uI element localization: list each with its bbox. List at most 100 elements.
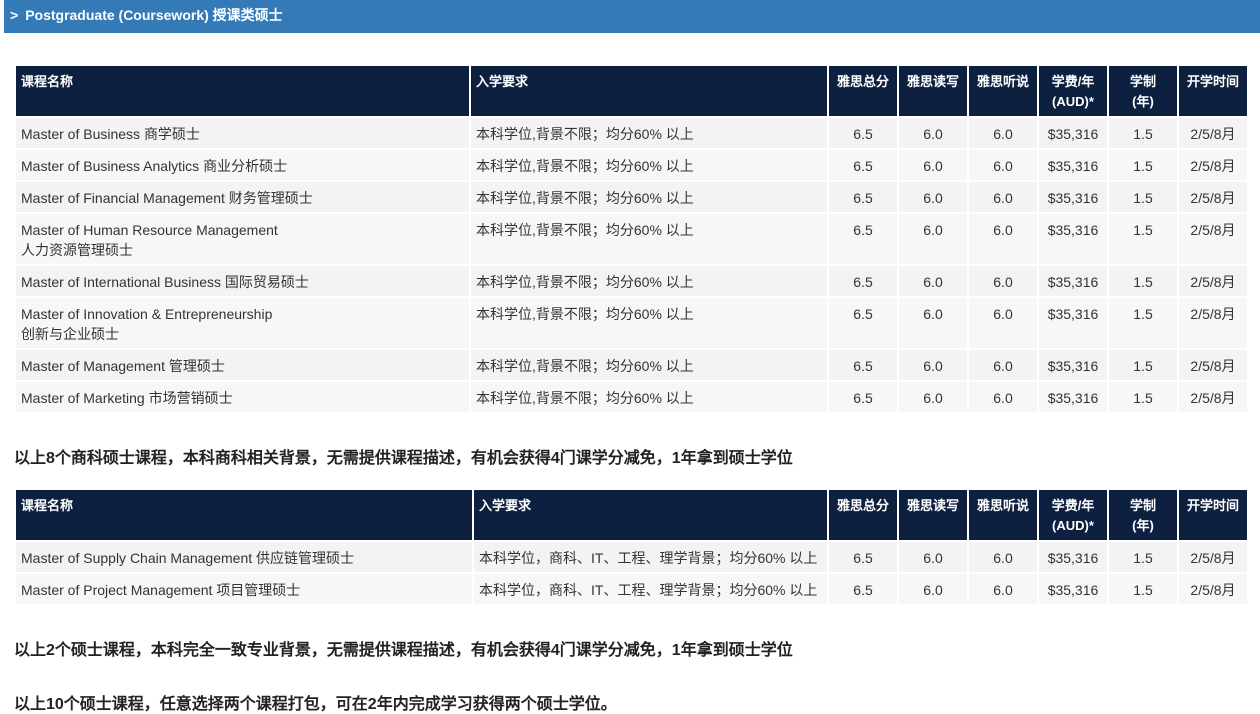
cell-ielts-rw: 6.0 bbox=[899, 350, 967, 380]
header-duration: 学制 (年) bbox=[1109, 490, 1177, 540]
cell-intake: 2/5/8月 bbox=[1179, 298, 1247, 348]
cell-requirement: 本科学位,背景不限；均分60% 以上 bbox=[471, 150, 827, 180]
cell-course-name: Master of Business 商学硕士 bbox=[16, 118, 469, 148]
cell-ielts-ls: 6.0 bbox=[969, 118, 1037, 148]
cell-ielts-ls: 6.0 bbox=[969, 574, 1037, 604]
cell-intake: 2/5/8月 bbox=[1179, 350, 1247, 380]
table-row: Master of Management 管理硕士 本科学位,背景不限；均分60%… bbox=[16, 350, 1247, 380]
header-ielts-ls: 雅思听说 bbox=[969, 66, 1037, 116]
cell-intake: 2/5/8月 bbox=[1179, 382, 1247, 412]
section-title: Postgraduate (Coursework) 授课类硕士 bbox=[25, 7, 283, 23]
cell-course-name: Master of Project Management 项目管理硕士 bbox=[16, 574, 472, 604]
cell-intake: 2/5/8月 bbox=[1179, 574, 1247, 604]
header-duration: 学制 (年) bbox=[1109, 66, 1177, 116]
header-ielts-rw: 雅思读写 bbox=[899, 66, 967, 116]
section-header-postgraduate[interactable]: > Postgraduate (Coursework) 授课类硕士 bbox=[4, 0, 1260, 33]
cell-ielts-total: 6.5 bbox=[829, 542, 897, 572]
cell-fee: $35,316 bbox=[1039, 150, 1107, 180]
cell-intake: 2/5/8月 bbox=[1179, 542, 1247, 572]
cell-course-name: Master of Human Resource Management 人力资源管… bbox=[16, 214, 469, 264]
cell-duration: 1.5 bbox=[1109, 118, 1177, 148]
cell-ielts-ls: 6.0 bbox=[969, 298, 1037, 348]
cell-ielts-rw: 6.0 bbox=[899, 298, 967, 348]
cell-ielts-rw: 6.0 bbox=[899, 182, 967, 212]
cell-intake: 2/5/8月 bbox=[1179, 118, 1247, 148]
cell-course-name: Master of Marketing 市场营销硕士 bbox=[16, 382, 469, 412]
table-row: Master of Human Resource Management 人力资源管… bbox=[16, 214, 1247, 264]
cell-ielts-rw: 6.0 bbox=[899, 266, 967, 296]
table-row: Master of Supply Chain Management 供应链管理硕… bbox=[16, 542, 1247, 572]
header-requirement: 入学要求 bbox=[471, 66, 827, 116]
cell-duration: 1.5 bbox=[1109, 382, 1177, 412]
cell-course-name: Master of Innovation & Entrepreneurship 创… bbox=[16, 298, 469, 348]
header-intake: 开学时间 bbox=[1179, 66, 1247, 116]
cell-ielts-total: 6.5 bbox=[829, 182, 897, 212]
cell-ielts-rw: 6.0 bbox=[899, 118, 967, 148]
cell-ielts-ls: 6.0 bbox=[969, 266, 1037, 296]
cell-duration: 1.5 bbox=[1109, 182, 1177, 212]
cell-requirement: 本科学位，商科、IT、工程、理学背景；均分60% 以上 bbox=[474, 542, 827, 572]
cell-ielts-ls: 6.0 bbox=[969, 542, 1037, 572]
table-row: Master of Business 商学硕士 本科学位,背景不限；均分60% 以… bbox=[16, 118, 1247, 148]
header-ielts-rw: 雅思读写 bbox=[899, 490, 967, 540]
cell-course-name: Master of Supply Chain Management 供应链管理硕… bbox=[16, 542, 472, 572]
cell-ielts-rw: 6.0 bbox=[899, 214, 967, 264]
cell-ielts-ls: 6.0 bbox=[969, 150, 1037, 180]
header-ielts-total: 雅思总分 bbox=[829, 66, 897, 116]
cell-intake: 2/5/8月 bbox=[1179, 214, 1247, 264]
cell-duration: 1.5 bbox=[1109, 266, 1177, 296]
cell-ielts-total: 6.5 bbox=[829, 118, 897, 148]
cell-ielts-total: 6.5 bbox=[829, 150, 897, 180]
cell-ielts-rw: 6.0 bbox=[899, 382, 967, 412]
cell-ielts-rw: 6.0 bbox=[899, 150, 967, 180]
header-course-name: 课程名称 bbox=[16, 66, 469, 116]
cell-fee: $35,316 bbox=[1039, 214, 1107, 264]
cell-ielts-rw: 6.0 bbox=[899, 574, 967, 604]
cell-requirement: 本科学位,背景不限；均分60% 以上 bbox=[471, 266, 827, 296]
header-fee: 学费/年 (AUD)* bbox=[1039, 66, 1107, 116]
cell-fee: $35,316 bbox=[1039, 542, 1107, 572]
cell-ielts-total: 6.5 bbox=[829, 298, 897, 348]
header-ielts-total: 雅思总分 bbox=[829, 490, 897, 540]
cell-fee: $35,316 bbox=[1039, 298, 1107, 348]
cell-intake: 2/5/8月 bbox=[1179, 150, 1247, 180]
cell-requirement: 本科学位,背景不限；均分60% 以上 bbox=[471, 350, 827, 380]
cell-intake: 2/5/8月 bbox=[1179, 182, 1247, 212]
cell-requirement: 本科学位,背景不限；均分60% 以上 bbox=[471, 214, 827, 264]
cell-fee: $35,316 bbox=[1039, 266, 1107, 296]
cell-course-name: Master of Management 管理硕士 bbox=[16, 350, 469, 380]
cell-requirement: 本科学位,背景不限；均分60% 以上 bbox=[471, 298, 827, 348]
course-table-other: 课程名称 入学要求 雅思总分 雅思读写 雅思听说 学费/年 (AUD)* 学制 (年… bbox=[14, 488, 1249, 606]
table-row: Master of Business Analytics 商业分析硕士 本科学位,… bbox=[16, 150, 1247, 180]
cell-requirement: 本科学位,背景不限；均分60% 以上 bbox=[471, 118, 827, 148]
table-row: Master of International Business 国际贸易硕士本… bbox=[16, 266, 1247, 296]
cell-ielts-total: 6.5 bbox=[829, 266, 897, 296]
cell-requirement: 本科学位,背景不限；均分60% 以上 bbox=[471, 382, 827, 412]
cell-requirement: 本科学位，商科、IT、工程、理学背景；均分60% 以上 bbox=[474, 574, 827, 604]
cell-duration: 1.5 bbox=[1109, 350, 1177, 380]
header-requirement: 入学要求 bbox=[474, 490, 827, 540]
cell-ielts-ls: 6.0 bbox=[969, 182, 1037, 212]
cell-course-name: Master of International Business 国际贸易硕士 bbox=[16, 266, 469, 296]
table-row: Master of Financial Management 财务管理硕士 本科学… bbox=[16, 182, 1247, 212]
cell-fee: $35,316 bbox=[1039, 350, 1107, 380]
cell-duration: 1.5 bbox=[1109, 574, 1177, 604]
note-double-degree: 以上10个硕士课程，任意选择两个课程打包，可在2年内完成学习获得两个硕士学位。 bbox=[14, 696, 617, 713]
cell-course-name: Master of Business Analytics 商业分析硕士 bbox=[16, 150, 469, 180]
header-course-name: 课程名称 bbox=[16, 490, 472, 540]
cell-ielts-ls: 6.0 bbox=[969, 214, 1037, 264]
note-business-courses: 以上8个商科硕士课程，本科商科相关背景，无需提供课程描述，有机会获得4门课学分减… bbox=[14, 450, 793, 467]
note-other-courses: 以上2个硕士课程，本科完全一致专业背景，无需提供课程描述，有机会获得4门课学分减… bbox=[14, 642, 793, 659]
cell-duration: 1.5 bbox=[1109, 298, 1177, 348]
header-ielts-ls: 雅思听说 bbox=[969, 490, 1037, 540]
chevron-right-icon: > bbox=[10, 7, 19, 23]
table-row: Master of Project Management 项目管理硕士 本科学位，… bbox=[16, 574, 1247, 604]
cell-duration: 1.5 bbox=[1109, 214, 1177, 264]
cell-ielts-rw: 6.0 bbox=[899, 542, 967, 572]
cell-course-name: Master of Financial Management 财务管理硕士 bbox=[16, 182, 469, 212]
cell-fee: $35,316 bbox=[1039, 382, 1107, 412]
cell-fee: $35,316 bbox=[1039, 118, 1107, 148]
cell-requirement: 本科学位,背景不限；均分60% 以上 bbox=[471, 182, 827, 212]
cell-intake: 2/5/8月 bbox=[1179, 266, 1247, 296]
cell-ielts-ls: 6.0 bbox=[969, 382, 1037, 412]
